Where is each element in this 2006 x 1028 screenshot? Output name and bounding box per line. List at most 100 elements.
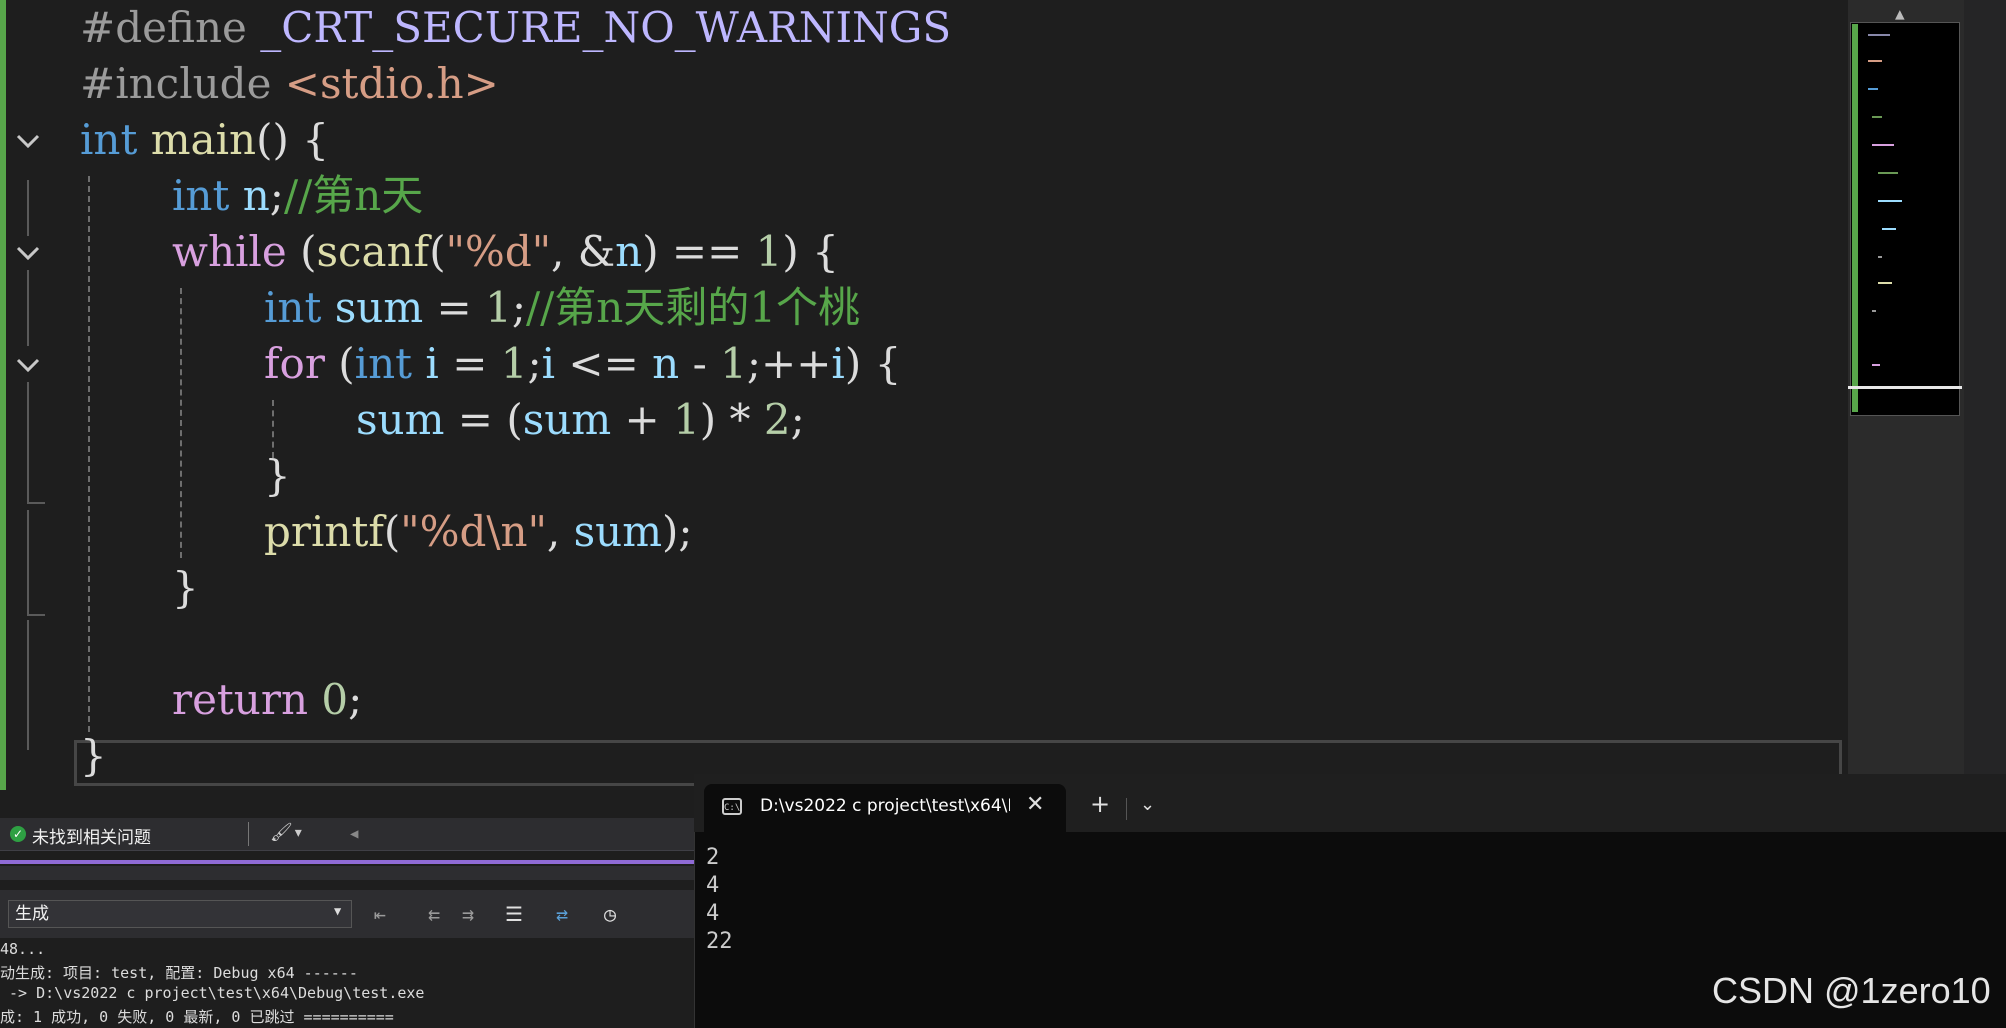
code-token: 0: [321, 675, 349, 724]
indent-guide: [88, 176, 90, 732]
code-token: ) {: [782, 227, 839, 276]
code-token: 1: [485, 283, 512, 332]
code-token: int: [354, 339, 413, 388]
code-token: <stdio.h>: [284, 59, 499, 108]
code-token: 1: [755, 227, 783, 276]
code-token: +: [611, 395, 674, 444]
fold-chevron-down-icon[interactable]: [10, 236, 46, 272]
minimap-code-mark: [1878, 282, 1892, 284]
code-line[interactable]: printf("%d\n", sum);: [264, 504, 693, 560]
previous-message-icon[interactable]: ⇇: [420, 900, 448, 928]
new-tab-plus-icon[interactable]: +: [1090, 790, 1110, 818]
minimap-viewport[interactable]: [1850, 22, 1960, 416]
minimap-code-mark: [1872, 364, 1880, 366]
code-token: =: [438, 339, 501, 388]
code-line[interactable]: int sum = 1;//第n天剩的1个桃: [264, 280, 860, 336]
fold-chevron-down-icon[interactable]: [10, 348, 46, 384]
code-token: n: [615, 227, 643, 276]
scroll-up-arrow-icon[interactable]: ▲: [1895, 4, 1905, 23]
code-token: _CRT_SECURE_NO_WARNINGS: [260, 3, 952, 52]
code-line[interactable]: }: [80, 728, 107, 784]
scroll-left-arrow-icon[interactable]: ◀: [350, 826, 358, 842]
code-token: ;: [511, 283, 526, 332]
clear-all-icon[interactable]: ☰: [500, 900, 528, 928]
minimap-code-mark: [1872, 144, 1894, 146]
output-line: 动生成: 项目: test, 配置: Debug x64 ------: [0, 964, 358, 982]
code-token: int: [264, 283, 322, 332]
code-token: ;: [348, 675, 363, 724]
clock-icon[interactable]: ◷: [596, 900, 624, 928]
minimap-code-mark: [1878, 256, 1882, 258]
code-line[interactable]: }: [172, 560, 199, 616]
code-line[interactable]: }: [264, 448, 291, 504]
next-message-icon[interactable]: ⇉: [454, 900, 482, 928]
issues-status-text[interactable]: 未找到相关问题: [32, 823, 151, 848]
change-indicator-bar: [0, 0, 6, 790]
code-token: 2: [763, 395, 791, 444]
code-token: //第n天剩的1个桃: [525, 283, 861, 332]
code-token: <=: [555, 339, 653, 388]
code-token: int: [80, 115, 138, 164]
code-token: "%d": [445, 227, 552, 276]
terminal-output-line: 4: [706, 901, 720, 926]
chevron-down-icon[interactable]: ⌄: [1140, 794, 1155, 815]
code-token: i: [831, 339, 845, 388]
code-token: //第n天: [283, 171, 424, 220]
minimap-code-mark: [1872, 116, 1882, 118]
code-token: main: [150, 115, 257, 164]
outline-line: [27, 502, 45, 504]
outline-line: [27, 180, 29, 236]
code-token: (: [429, 227, 446, 276]
code-line[interactable]: int n;//第n天: [172, 168, 423, 224]
code-token: n: [652, 339, 680, 388]
panel-splitter[interactable]: [0, 866, 694, 880]
code-token: =: [423, 283, 486, 332]
code-line[interactable]: #define _CRT_SECURE_NO_WARNINGS: [80, 0, 951, 56]
outline-line: [27, 382, 29, 502]
code-line[interactable]: #include <stdio.h>: [80, 56, 499, 112]
code-token: ) *: [699, 395, 764, 444]
watermark-text: CSDN @1zero10: [1712, 970, 1991, 1011]
code-line[interactable]: return 0;: [172, 672, 362, 728]
code-token: i: [425, 339, 439, 388]
minimap-code-mark: [1868, 60, 1882, 62]
minimap-caret-line: [1848, 386, 1962, 389]
code-token: () {: [256, 115, 329, 164]
output-line: 成: 1 成功, 0 失败, 0 最新, 0 已跳过 ==========: [0, 1008, 394, 1026]
toggle-word-wrap-icon[interactable]: ⇄: [548, 900, 576, 928]
code-token: = (: [444, 395, 523, 444]
status-separator: [248, 822, 249, 846]
outline-line: [27, 270, 29, 346]
code-line[interactable]: int main() {: [80, 112, 329, 168]
minimap-code-mark: [1868, 88, 1878, 90]
chevron-down-icon[interactable]: ▼: [334, 904, 341, 918]
code-line[interactable]: sum = (sum + 1) * 2;: [356, 392, 805, 448]
terminal-output-line: 4: [706, 873, 720, 898]
outline-line: [27, 510, 29, 614]
code-line[interactable]: for (int i = 1;i <= n - 1;++i) {: [264, 336, 901, 392]
find-message-icon[interactable]: ⇤: [366, 900, 394, 928]
code-token: ) {: [844, 339, 902, 388]
code-token: -: [679, 339, 721, 388]
output-line: 48...: [0, 940, 46, 958]
fold-chevron-down-icon[interactable]: [10, 124, 46, 160]
code-cleanup-brush-icon[interactable]: 🖌▾: [270, 822, 304, 843]
terminal-output-line: 2: [706, 845, 720, 870]
output-source-select[interactable]: 生成: [8, 900, 352, 928]
close-icon[interactable]: ✕: [1026, 792, 1044, 817]
code-token: }: [172, 563, 199, 612]
outline-line: [27, 614, 45, 616]
code-token: int: [172, 171, 230, 220]
code-line[interactable]: while (scanf("%d", &n) == 1) {: [172, 224, 839, 280]
code-token: 1: [500, 339, 528, 388]
code-token: #include: [80, 59, 285, 108]
minimap-code-mark: [1868, 34, 1890, 36]
terminal-tab-title[interactable]: D:\vs2022 c project\test\x64\Debug\test.…: [760, 796, 1010, 816]
code-token: ;: [527, 339, 542, 388]
code-token: while: [172, 227, 287, 276]
code-token: 1: [673, 395, 700, 444]
terminal-output-line: 22: [706, 929, 733, 954]
code-token: (: [383, 507, 401, 556]
